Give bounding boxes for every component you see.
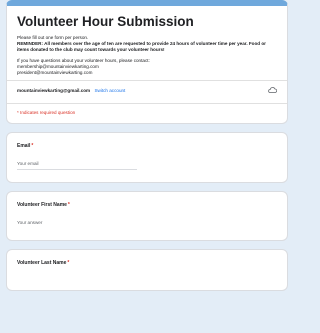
switch-account-link[interactable]: Switch account [94,88,125,93]
contact-email-president[interactable]: president@mountainviewkarting.com [17,70,92,75]
required-star: * [67,260,70,267]
contact-email-membership[interactable]: membership@mountainviewkarting.com [17,64,99,69]
account-row: mountainviewkarting@gmail.com Switch acc… [17,81,277,99]
reminder-text: REMINDER: All members over the age of te… [17,41,266,53]
question-first-name: Volunteer First Name* Your answer [6,191,288,242]
form-description: Please fill out one form per person. REM… [17,35,277,76]
question-label: Volunteer First Name* [17,202,277,208]
form-header-card: Volunteer Hour Submission Please fill ou… [6,0,288,125]
question-email: Email* Your email [6,132,288,184]
contact-intro: If you have questions about your volunte… [17,57,150,63]
required-star: * [31,143,34,150]
required-note: * Indicates required question [17,110,76,116]
question-title: Email [17,143,31,150]
question-last-name: Volunteer Last Name* [6,249,288,292]
form-title: Volunteer Hour Submission [17,14,194,29]
email-input[interactable]: Your email [17,161,137,171]
account-email: mountainviewkarting@gmail.com [17,87,91,93]
desc-line: Please fill out one form per person. [17,35,89,40]
required-star: * [67,202,70,209]
question-label: Email* [17,143,277,149]
form-page: Volunteer Hour Submission Please fill ou… [6,0,288,299]
question-label: Volunteer Last Name* [17,260,277,266]
question-title: Volunteer First Name [17,202,67,209]
first-name-input[interactable]: Your answer [17,220,137,228]
question-title: Volunteer Last Name [17,260,67,267]
cloud-icon[interactable] [268,87,277,94]
